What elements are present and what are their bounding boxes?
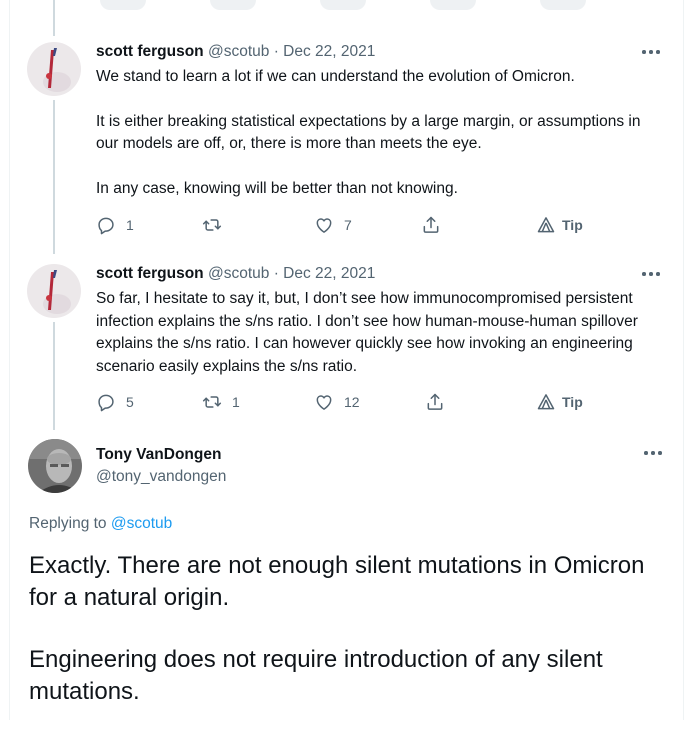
share-icon — [427, 393, 443, 410]
author-name[interactable]: Tony VanDongen — [96, 445, 221, 465]
like-count: 12 — [344, 394, 360, 410]
retweet-icon — [202, 396, 222, 408]
reply-count: 1 — [126, 217, 134, 233]
author-name[interactable]: scott ferguson — [96, 265, 204, 282]
share-icon — [423, 216, 439, 233]
reply-icon — [98, 217, 114, 235]
tweet[interactable]: scott ferguson @scotub · Dec 22, 2021 So… — [10, 264, 682, 414]
retweet-button[interactable] — [202, 214, 232, 236]
reply-count: 5 — [126, 394, 134, 410]
avatar[interactable] — [27, 42, 81, 96]
tweet-header: scott ferguson @scotub · Dec 22, 2021 — [96, 42, 375, 62]
tweet-paragraph: We stand to learn a lot if we can unders… — [96, 68, 575, 85]
more-icon[interactable] — [640, 42, 662, 62]
reply-button[interactable]: 5 — [96, 391, 134, 413]
tip-label: Tip — [562, 394, 583, 410]
tweet-date[interactable]: Dec 22, 2021 — [283, 43, 375, 60]
tweet-date[interactable]: Dec 22, 2021 — [283, 265, 375, 282]
like-icon — [316, 218, 332, 233]
retweet-count: 1 — [232, 394, 240, 410]
previous-tweet-actions-cutoff — [10, 0, 683, 14]
reply-button[interactable]: 1 — [96, 214, 134, 236]
tweet[interactable]: scott ferguson @scotub · Dec 22, 2021 We… — [10, 42, 682, 237]
replying-to-link[interactable]: @scotub — [111, 515, 172, 532]
retweet-button[interactable]: 1 — [202, 391, 240, 413]
reply-icon — [98, 394, 114, 412]
author-handle[interactable]: @tony_vandongen — [96, 467, 226, 487]
thread-line — [53, 0, 55, 36]
tip-button[interactable]: Tip — [536, 391, 583, 413]
tip-icon — [537, 394, 555, 410]
tweet-paragraph: In any case, knowing will be better than… — [96, 179, 458, 197]
replying-prefix: Replying to — [29, 515, 107, 532]
author-handle[interactable]: @scotub — [208, 265, 269, 282]
tip-icon — [537, 217, 555, 233]
separator: · — [273, 265, 279, 282]
share-button[interactable] — [421, 214, 441, 236]
more-icon[interactable] — [640, 264, 662, 284]
tweet-text: We stand to learn a lot if we can unders… — [96, 66, 656, 200]
replying-to: Replying to @scotub — [29, 514, 172, 534]
like-count: 7 — [344, 217, 352, 233]
separator: · — [273, 43, 279, 60]
tip-label: Tip — [562, 217, 583, 233]
tweet-actions: 1 7 Tip — [96, 214, 583, 236]
more-icon[interactable] — [642, 443, 664, 463]
tweet-paragraph: So far, I hesitate to say it, but, I don… — [96, 290, 638, 375]
tweet-header: scott ferguson @scotub · Dec 22, 2021 — [96, 264, 375, 284]
tweet-paragraph: It is either breaking statistical expect… — [96, 112, 641, 153]
like-button[interactable]: 7 — [314, 214, 352, 236]
tweet-text: So far, I hesitate to say it, but, I don… — [96, 288, 656, 378]
avatar[interactable] — [28, 439, 82, 493]
like-button[interactable]: 12 — [314, 391, 360, 413]
tweet-paragraph: Exactly. There are not enough silent mut… — [29, 552, 645, 611]
like-icon — [316, 395, 332, 410]
avatar[interactable] — [27, 264, 81, 318]
share-button[interactable] — [425, 391, 445, 413]
author-handle[interactable]: @scotub — [208, 43, 269, 60]
retweet-icon — [202, 219, 222, 231]
tweet-paragraph: Engineering does not require introductio… — [29, 646, 603, 705]
tip-button[interactable]: Tip — [536, 214, 583, 236]
author-name[interactable]: scott ferguson — [96, 43, 204, 60]
main-tweet-text: Exactly. There are not enough silent mut… — [29, 550, 669, 738]
tweet-actions: 5 1 12 Tip — [96, 391, 583, 413]
